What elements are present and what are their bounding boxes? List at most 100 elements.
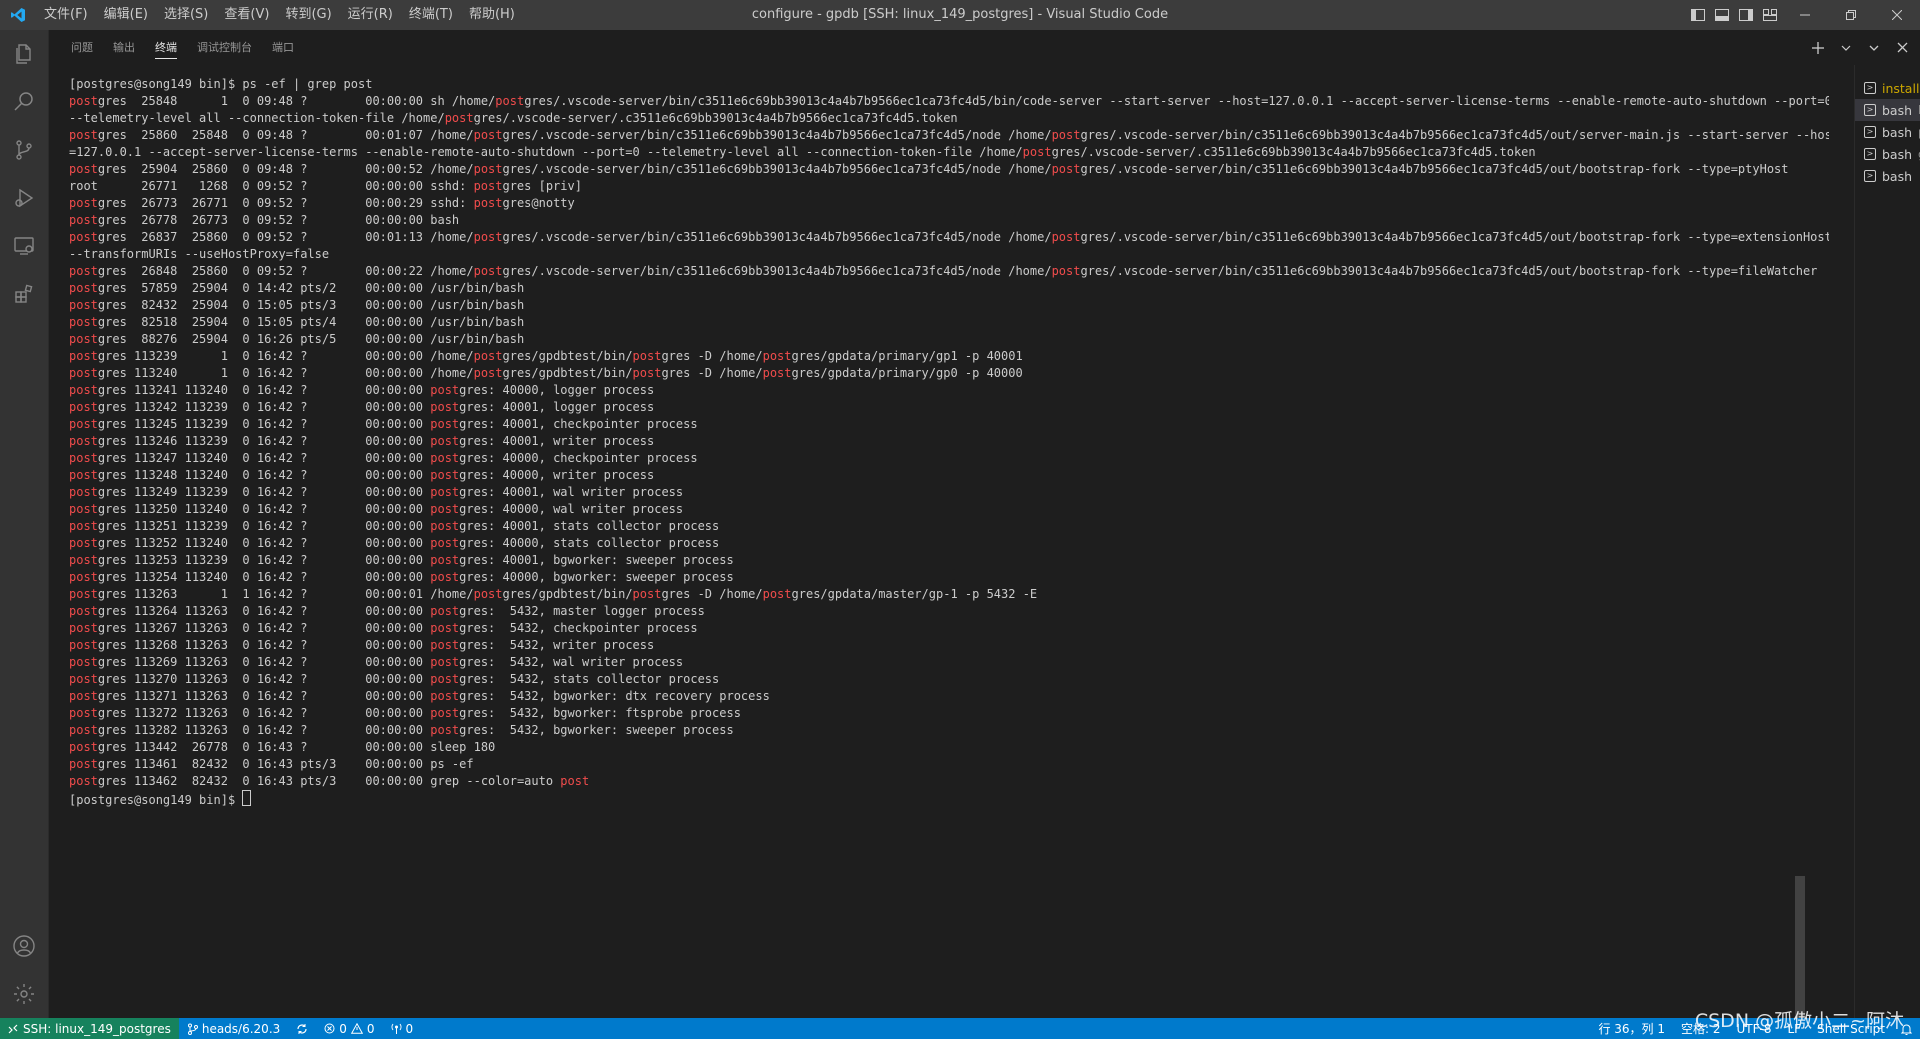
terminal-line: postgres 113248 113240 0 16:42 ? 00:00:0… (69, 468, 655, 482)
warning-icon (350, 1023, 363, 1034)
extensions-icon[interactable] (0, 270, 48, 318)
sync-button[interactable] (288, 1018, 316, 1039)
toggle-sidebar-icon[interactable] (1686, 0, 1710, 30)
menu-item-1[interactable]: 编辑(E) (96, 0, 156, 30)
title-bar: 文件(F) 编辑(E) 选择(S) 查看(V) 转到(G) 运行(R) 终端(T) 帮助(H)… (0, 0, 1920, 30)
minimize-button[interactable] (1782, 0, 1828, 30)
warning-count: 0 (366, 1021, 375, 1036)
terminal-line: postgres 113263 1 1 16:42 ? 00:00:01 /ho… (69, 587, 1038, 601)
terminal-list-item[interactable]: >bashpostg... (1855, 121, 1920, 143)
problems-indicator[interactable]: 0 0 (316, 1018, 382, 1039)
terminal-line: postgres 113269 113263 0 16:42 ? 00:00:0… (69, 655, 684, 669)
explorer-icon[interactable] (0, 30, 48, 78)
accounts-icon[interactable] (0, 922, 48, 970)
terminal-line: postgres 113246 113239 0 16:42 ? 00:00:0… (69, 434, 655, 448)
terminal-line: postgres 25848 1 0 09:48 ? 00:00:00 sh /… (69, 94, 1829, 108)
menu-item-3[interactable]: 查看(V) (216, 0, 277, 30)
toggle-panel-icon[interactable] (1710, 0, 1734, 30)
error-count: 0 (339, 1021, 347, 1036)
terminal-list: >install⚠>bashbin>bashpostg...>bashgpdat… (1854, 65, 1920, 1018)
terminal-line: postgres 113245 113239 0 16:42 ? 00:00:0… (69, 417, 698, 431)
terminal-icon: > (1864, 170, 1876, 182)
panel-tab-4[interactable]: 端口 (262, 30, 304, 65)
panel-tab-2[interactable]: 终端 (145, 30, 187, 65)
error-icon (324, 1023, 335, 1034)
terminal-line: --telemetry-level all --connection-token… (69, 111, 958, 125)
terminal-line: postgres 113268 113263 0 16:42 ? 00:00:0… (69, 638, 655, 652)
panel-tabs: 问题 输出 终端 调试控制台 端口 (49, 30, 1920, 65)
terminal-dropdown-chevron-icon[interactable] (1835, 37, 1857, 59)
terminal-line: postgres 113270 113263 0 16:42 ? 00:00:0… (69, 672, 720, 686)
menu-item-7[interactable]: 帮助(H) (461, 0, 523, 30)
terminal-line: postgres 57859 25904 0 14:42 pts/2 00:00… (69, 281, 525, 295)
ports-antenna-icon (391, 1023, 402, 1034)
terminal-icon: > (1864, 82, 1876, 94)
panel-tab-0[interactable]: 问题 (61, 30, 103, 65)
terminal-line: [postgres@song149 bin]$ (69, 790, 1829, 807)
remote-explorer-icon[interactable] (0, 222, 48, 270)
toggle-secondary-sidebar-icon[interactable] (1734, 0, 1758, 30)
branch-indicator[interactable]: heads/6.20.3 (179, 1018, 288, 1039)
remote-label: SSH: linux_149_postgres (23, 1021, 171, 1036)
terminal-cursor (242, 790, 252, 806)
terminal-line: postgres 88276 25904 0 16:26 pts/5 00:00… (69, 332, 525, 346)
new-terminal-plus-icon[interactable] (1807, 37, 1829, 59)
cursor-position[interactable]: 行 36，列 1 (1590, 1018, 1673, 1039)
terminal-line: postgres 26778 26773 0 09:52 ? 00:00:00 … (69, 213, 460, 227)
close-button[interactable] (1874, 0, 1920, 30)
remote-indicator[interactable]: SSH: linux_149_postgres (0, 1018, 179, 1039)
menu-item-2[interactable]: 选择(S) (156, 0, 216, 30)
terminal-line: postgres 113461 82432 0 16:43 pts/3 00:0… (69, 757, 474, 771)
terminal-output[interactable]: [postgres@song149 bin]$ ps -ef | grep po… (69, 76, 1829, 1016)
terminal-line: postgres 26848 25860 0 09:52 ? 00:00:22 … (69, 264, 1818, 278)
terminal-line: postgres 25904 25860 0 09:48 ? 00:00:52 … (69, 162, 1789, 176)
search-icon[interactable] (0, 78, 48, 126)
terminal-line: postgres 113242 113239 0 16:42 ? 00:00:0… (69, 400, 655, 414)
terminal-line: postgres 26773 26771 0 09:52 ? 00:00:29 … (69, 196, 575, 210)
terminal-line: postgres 113239 1 0 16:42 ? 00:00:00 /ho… (69, 349, 1023, 363)
panel-tab-3[interactable]: 调试控制台 (187, 30, 262, 65)
terminal-icon: > (1864, 126, 1876, 138)
menu-item-6[interactable]: 终端(T) (401, 0, 461, 30)
activity-bar (0, 30, 48, 1018)
terminal-line: postgres 113241 113240 0 16:42 ? 00:00:0… (69, 383, 655, 397)
terminal-line: postgres 113247 113240 0 16:42 ? 00:00:0… (69, 451, 698, 465)
ports-count: 0 (405, 1021, 414, 1036)
settings-gear-icon[interactable] (0, 970, 48, 1018)
status-bar: SSH: linux_149_postgres heads/6.20.3 0 0… (0, 1018, 1920, 1039)
vscode-logo-icon (0, 0, 36, 30)
terminal-line: root 26771 1268 0 09:52 ? 00:00:00 sshd:… (69, 179, 582, 193)
terminal-list-item[interactable]: >bashgpdata (1855, 143, 1920, 165)
terminal-line: postgres 113462 82432 0 16:43 pts/3 00:0… (69, 774, 590, 788)
terminal-line: [postgres@song149 bin]$ ps -ef | grep po… (69, 77, 373, 91)
terminal-line: postgres 113272 113263 0 16:42 ? 00:00:0… (69, 706, 741, 720)
close-panel-icon[interactable] (1891, 37, 1913, 59)
terminal-line: postgres 82432 25904 0 15:05 pts/3 00:00… (69, 298, 525, 312)
sync-icon (297, 1023, 307, 1034)
source-control-icon[interactable] (0, 126, 48, 174)
ports-indicator[interactable]: 0 (383, 1018, 422, 1039)
terminal-list-item[interactable]: >bashbin (1855, 99, 1920, 121)
terminal-list-item[interactable]: > bash (1855, 165, 1920, 187)
menu-item-4[interactable]: 转到(G) (277, 0, 339, 30)
terminal-line: postgres 26837 25860 0 09:52 ? 00:01:13 … (69, 230, 1829, 244)
terminal-name: bash (1882, 146, 1913, 162)
run-debug-icon[interactable] (0, 174, 48, 222)
terminal-name: bash (1882, 168, 1913, 184)
terminal-line: postgres 113240 1 0 16:42 ? 00:00:00 /ho… (69, 366, 1023, 380)
watermark: CSDN @孤傲小二~阿沐 (1694, 1010, 1904, 1032)
terminal-line: --transformURIs --useHostProxy=false (69, 247, 330, 261)
terminal-line: postgres 113254 113240 0 16:42 ? 00:00:0… (69, 570, 734, 584)
terminal-name: install (1882, 80, 1920, 96)
maximize-panel-chevron-icon[interactable] (1863, 37, 1885, 59)
terminal-line: postgres 113249 113239 0 16:42 ? 00:00:0… (69, 485, 684, 499)
terminal-line: postgres 113252 113240 0 16:42 ? 00:00:0… (69, 536, 720, 550)
menu-item-0[interactable]: 文件(F) (36, 0, 96, 30)
menu-item-5[interactable]: 运行(R) (340, 0, 401, 30)
customize-layout-icon[interactable] (1758, 0, 1782, 30)
terminal-line: postgres 113282 113263 0 16:42 ? 00:00:0… (69, 723, 734, 737)
terminal-list-item[interactable]: >install⚠ (1855, 77, 1920, 99)
menu-bar: 文件(F) 编辑(E) 选择(S) 查看(V) 转到(G) 运行(R) 终端(T) 帮助(H) (36, 0, 523, 30)
panel-tab-1[interactable]: 输出 (103, 30, 145, 65)
restore-button[interactable] (1828, 0, 1874, 30)
